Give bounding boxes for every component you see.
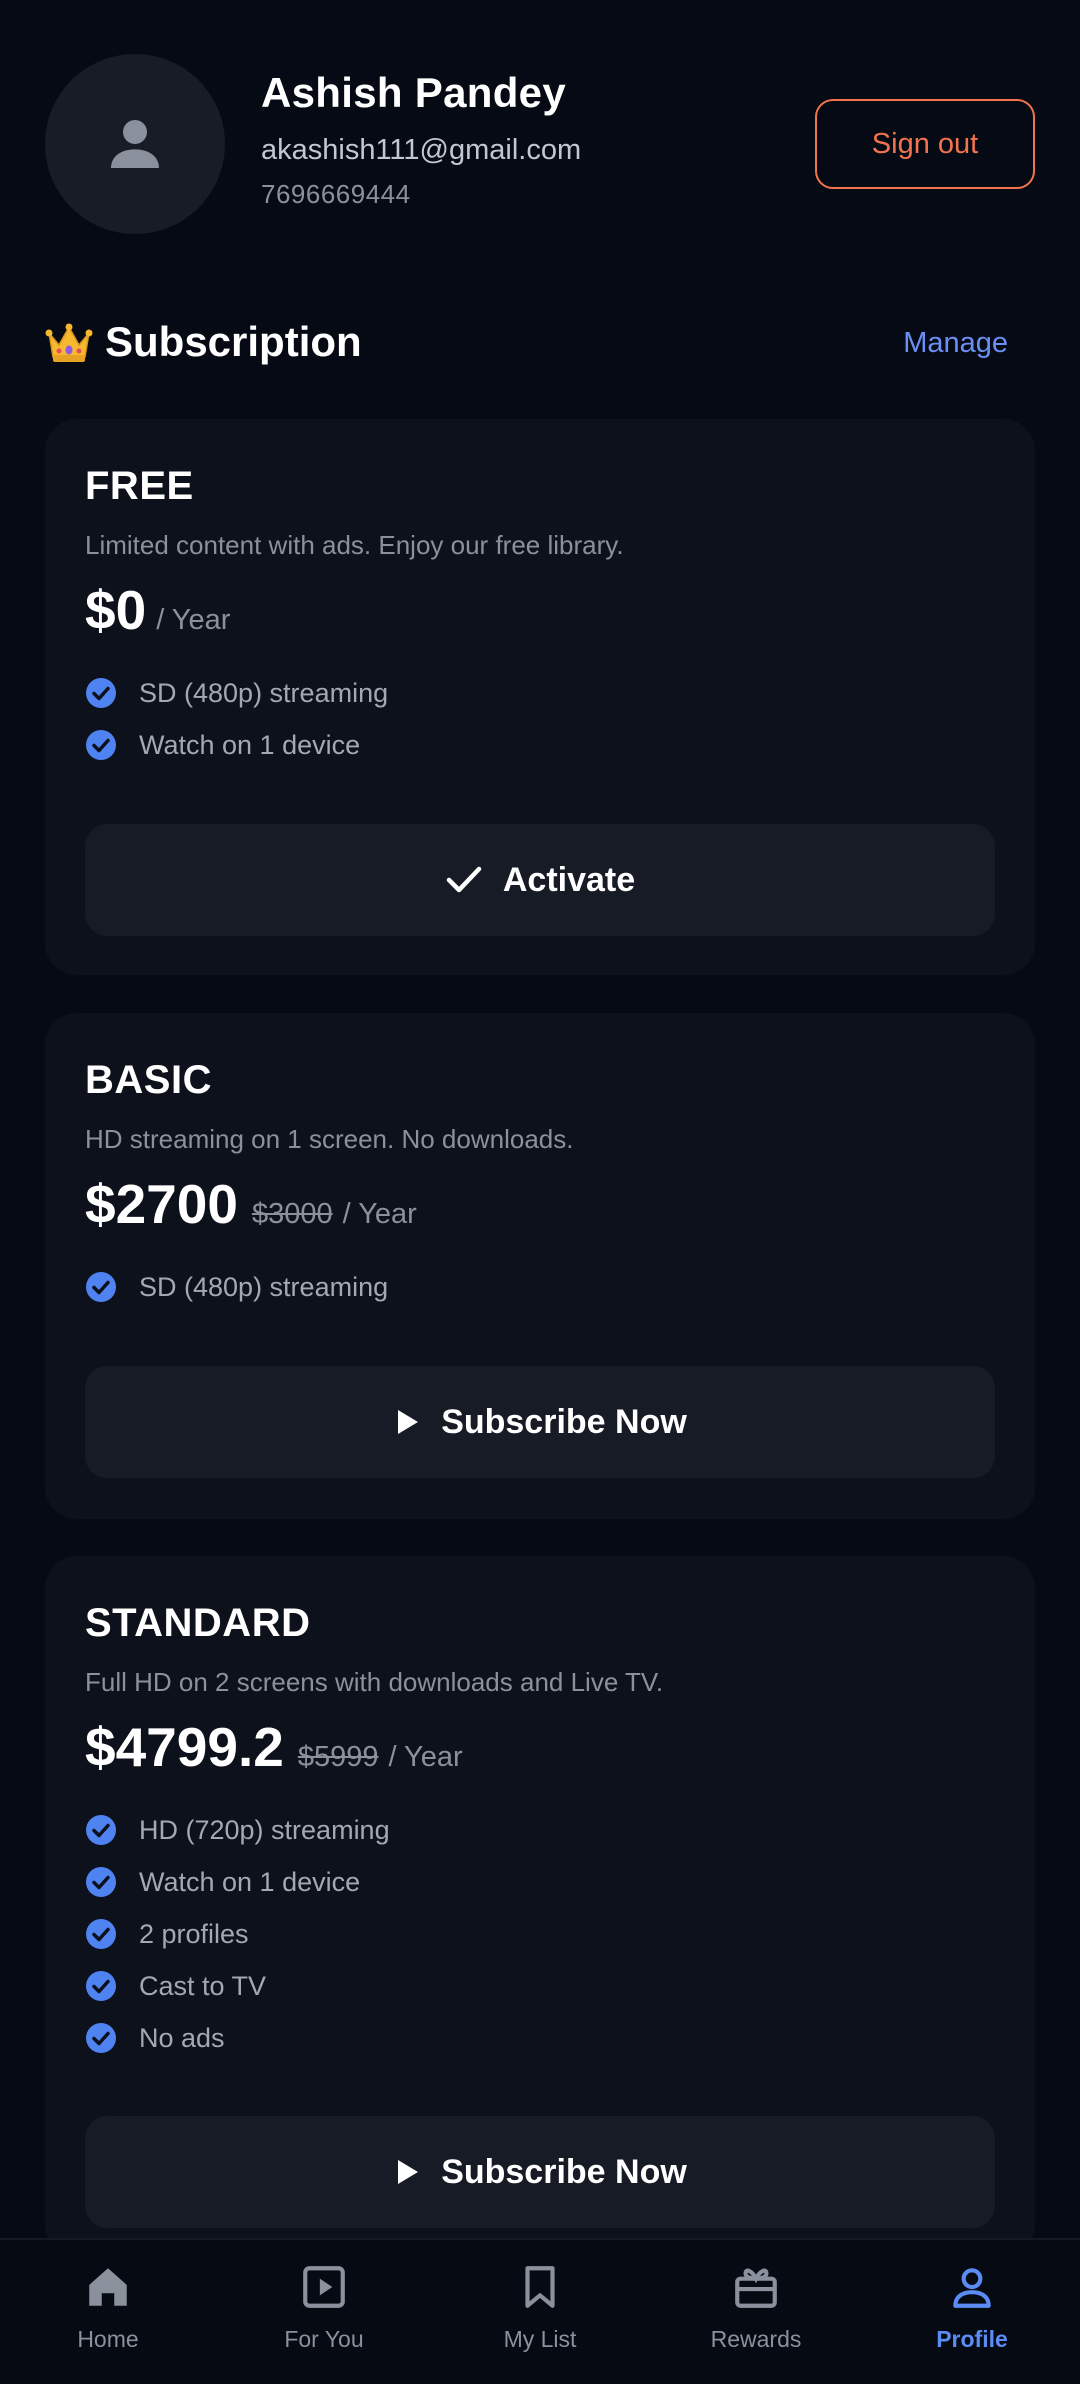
- plan-name: FREE: [85, 464, 194, 508]
- bookmark-icon: [525, 2266, 555, 2308]
- nav-item-profile[interactable]: Profile: [864, 2240, 1080, 2384]
- feature-list: SD (480p) streaming Watch on 1 device: [85, 667, 995, 771]
- home-icon: [89, 2268, 127, 2306]
- check-circle-icon: [86, 1919, 116, 1950]
- nav-label: Rewards: [710, 2326, 802, 2352]
- subscribe-button-basic[interactable]: Subscribe Now: [85, 1366, 995, 1478]
- feature-item: SD (480p) streaming: [85, 667, 995, 719]
- cta-label: Subscribe Now: [441, 2152, 687, 2191]
- check-circle-icon: [86, 1815, 116, 1846]
- feature-text: 2 profiles: [139, 1918, 249, 1949]
- person-icon: [111, 120, 159, 168]
- feature-list: HD (720p) streaming Watch on 1 device 2 …: [85, 1804, 995, 2064]
- feature-item: SD (480p) streaming: [85, 1261, 995, 1313]
- avatar: [45, 54, 225, 234]
- feature-text: Watch on 1 device: [139, 1866, 361, 1897]
- profile-phone: 7696669444: [261, 179, 411, 209]
- feature-list: SD (480p) streaming: [85, 1261, 995, 1313]
- feature-text: SD (480p) streaming: [139, 677, 389, 708]
- original-price: $3000: [251, 1198, 333, 1231]
- subscription-title: Subscription: [105, 318, 362, 365]
- subscribe-button-standard[interactable]: Subscribe Now: [85, 2116, 995, 2228]
- cta-label: Subscribe Now: [441, 1402, 687, 1441]
- price-row: $2700 $3000 / Year: [85, 1177, 995, 1241]
- plan-price: $4799.2: [85, 1716, 284, 1779]
- nav-item-home[interactable]: Home: [0, 2240, 216, 2384]
- sign-out-button[interactable]: Sign out: [815, 99, 1035, 189]
- check-circle-icon: [86, 2023, 116, 2054]
- plan-period: / Year: [342, 1198, 417, 1231]
- nav-item-rewards[interactable]: Rewards: [648, 2240, 864, 2384]
- plan-period: / Year: [388, 1741, 463, 1774]
- nav-label: Profile: [936, 2326, 1008, 2352]
- check-circle-icon: [86, 730, 116, 761]
- feature-text: HD (720p) streaming: [139, 1814, 390, 1845]
- manage-link[interactable]: Manage: [903, 327, 1008, 360]
- play-icon: [398, 1410, 419, 1434]
- nav-label: Home: [77, 2326, 139, 2352]
- checkmark-icon: [446, 866, 482, 893]
- plan-description: Full HD on 2 screens with downloads and …: [85, 1667, 664, 1697]
- feature-text: No ads: [139, 2022, 225, 2053]
- plan-description: HD streaming on 1 screen. No downloads.: [85, 1124, 574, 1154]
- check-circle-icon: [86, 678, 116, 709]
- nav-label: My List: [503, 2326, 577, 2352]
- person-icon: [953, 2268, 991, 2308]
- profile-email: akashish111@gmail.com: [261, 134, 582, 166]
- feature-text: Cast to TV: [139, 1970, 267, 2001]
- bottom-nav: Home For You My List Rewards Profile: [0, 2238, 1080, 2384]
- feature-text: Watch on 1 device: [139, 729, 361, 760]
- plan-card-standard: STANDARD Full HD on 2 screens with downl…: [45, 1556, 1035, 2256]
- original-price: $5999: [297, 1741, 379, 1774]
- feature-item: 2 profiles: [85, 1908, 995, 1960]
- feature-item: Watch on 1 device: [85, 719, 995, 771]
- feature-text: SD (480p) streaming: [139, 1271, 389, 1302]
- nav-item-my-list[interactable]: My List: [432, 2240, 648, 2384]
- check-circle-icon: [86, 1971, 116, 2002]
- plan-name: BASIC: [85, 1058, 212, 1102]
- subscription-header: Subscription Manage: [45, 315, 1035, 371]
- feature-item: No ads: [85, 2012, 995, 2064]
- plan-price: $2700: [85, 1173, 238, 1236]
- price-row: $4799.2 $5999 / Year: [85, 1720, 995, 1784]
- nav-item-for-you[interactable]: For You: [216, 2240, 432, 2384]
- feature-item: Cast to TV: [85, 1960, 995, 2012]
- gift-icon: [735, 2268, 777, 2308]
- check-circle-icon: [86, 1867, 116, 1898]
- plan-card-free: FREE Limited content with ads. Enjoy our…: [45, 419, 1035, 975]
- feature-item: Watch on 1 device: [85, 1856, 995, 1908]
- check-circle-icon: [86, 1272, 116, 1303]
- profile-name: Ashish Pandey: [261, 69, 566, 116]
- play-square-icon: [303, 2266, 345, 2308]
- activate-button[interactable]: Activate: [85, 824, 995, 936]
- play-icon: [398, 2160, 419, 2184]
- price-row: $0 / Year: [85, 583, 995, 647]
- plan-price: $0: [85, 579, 147, 642]
- feature-item: HD (720p) streaming: [85, 1804, 995, 1856]
- crown-icon: [45, 323, 93, 362]
- plan-name: STANDARD: [85, 1601, 311, 1645]
- plan-card-basic: BASIC HD streaming on 1 screen. No downl…: [45, 1013, 1035, 1519]
- cta-label: Activate: [502, 860, 636, 899]
- plan-description: Limited content with ads. Enjoy our free…: [85, 530, 624, 560]
- nav-label: For You: [284, 2326, 364, 2352]
- plan-period: / Year: [156, 604, 231, 637]
- profile-header: Ashish Pandey akashish111@gmail.com 7696…: [45, 54, 1035, 234]
